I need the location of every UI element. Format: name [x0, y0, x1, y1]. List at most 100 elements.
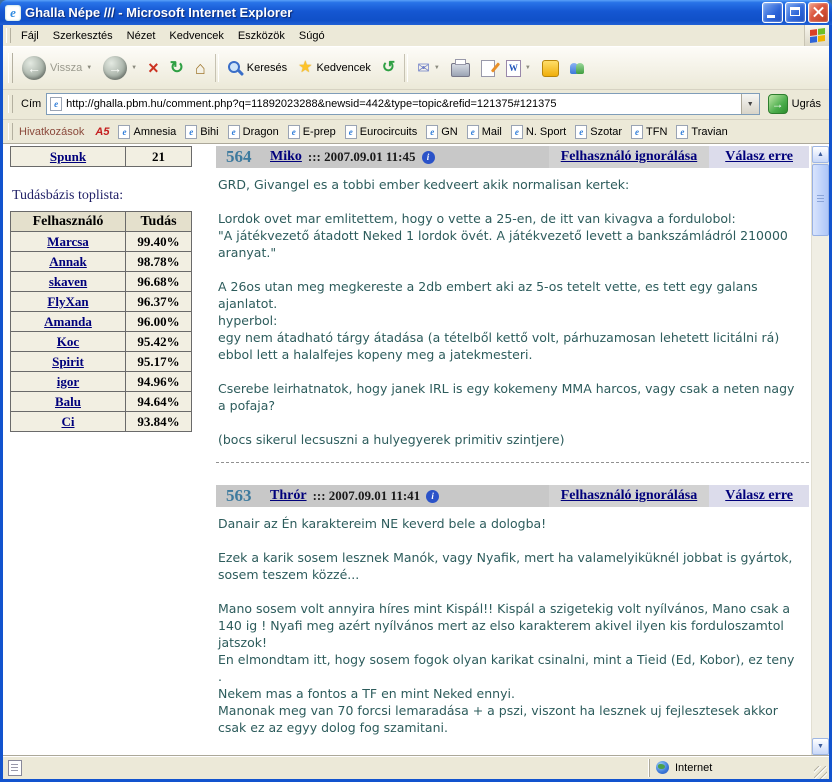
link-favicon: e [185, 125, 197, 139]
info-icon[interactable]: i [422, 151, 435, 164]
address-bar: Cím e http://ghalla.pbm.hu/comment.php?q… [3, 90, 829, 120]
maximize-button[interactable] [785, 2, 806, 23]
reply-link[interactable]: Válasz erre [725, 488, 793, 504]
link-favicon: e [228, 125, 240, 139]
user-link[interactable]: Koc [57, 334, 79, 349]
address-url[interactable]: http://ghalla.pbm.hu/comment.php?q=11892… [66, 98, 736, 110]
search-icon [228, 61, 243, 76]
ignore-user-link[interactable]: Felhasználó ignorálása [561, 488, 698, 504]
user-link[interactable]: Ci [62, 414, 75, 429]
post-author-link[interactable]: Miko [270, 149, 302, 165]
links-item-label: TFN [646, 126, 667, 138]
info-icon[interactable]: i [426, 490, 439, 503]
home-button[interactable]: ⌂ [190, 56, 211, 80]
vertical-scrollbar[interactable]: ▲ ▼ [811, 146, 829, 755]
search-button[interactable]: Keresés [223, 58, 292, 79]
menu-help[interactable]: Súgó [292, 27, 332, 45]
print-button[interactable] [446, 57, 475, 80]
minimize-button[interactable] [762, 2, 783, 23]
scrollbar-thumb[interactable] [812, 164, 829, 236]
menubar-grip[interactable] [6, 28, 11, 43]
post-separator [216, 462, 809, 463]
reply-link[interactable]: Válasz erre [725, 149, 793, 165]
table-row: Spirit 95.17% [11, 352, 192, 372]
close-button[interactable] [808, 2, 829, 23]
user-link[interactable]: Marcsa [47, 234, 89, 249]
window-title: Ghalla Népe /// - Microsoft Internet Exp… [25, 5, 758, 20]
toplist-table: Felhasználó Tudás Marcsa 99.40% Annak 98… [10, 211, 192, 432]
links-item-gn[interactable]: e GN [422, 123, 462, 141]
menu-tools[interactable]: Eszközök [231, 27, 292, 45]
link-favicon: e [467, 125, 479, 139]
menu-favorites[interactable]: Kedvencek [162, 27, 230, 45]
reply-cell: Válasz erre [709, 485, 809, 507]
user-value: 94.64% [137, 394, 179, 409]
edit-with-word-button[interactable]: W ▼ [501, 57, 536, 80]
links-item-travian[interactable]: e Travian [672, 123, 731, 141]
links-item-mail[interactable]: e Mail [463, 123, 506, 141]
go-button[interactable]: → Ugrás [765, 93, 824, 115]
user-link[interactable]: Annak [49, 254, 87, 269]
links-item-eurocircuits[interactable]: e Eurocircuits [341, 123, 421, 141]
standard-buttons-bar: ← Vissza ▼ → ▼ × ↻ ⌂ Keresés [3, 46, 829, 90]
table-row: Spunk 21 [11, 147, 192, 167]
menu-file[interactable]: Fájl [14, 27, 46, 45]
user-link[interactable]: igor [57, 374, 79, 389]
user-link[interactable]: FlyXan [47, 294, 88, 309]
menu-bar: Fájl Szerkesztés Nézet Kedvencek Eszközö… [3, 25, 829, 46]
links-item-szotar[interactable]: e Szotar [571, 123, 626, 141]
title-bar[interactable]: e Ghalla Népe /// - Microsoft Internet E… [0, 0, 832, 25]
links-item-amnesia[interactable]: e Amnesia [114, 123, 180, 141]
ie-logo-icon: e [5, 5, 21, 21]
security-zone-pane: Internet [649, 759, 812, 777]
link-favicon: e [118, 125, 130, 139]
links-item-a5[interactable]: A5 [91, 124, 113, 140]
links-item-tfn[interactable]: e TFN [627, 123, 671, 141]
home-icon: ⌂ [195, 59, 206, 77]
scrollbar-track[interactable] [812, 163, 829, 738]
table-row: Annak 98.78% [11, 252, 192, 272]
refresh-button[interactable]: ↻ [165, 56, 189, 80]
links-item-bihi[interactable]: e Bihi [181, 123, 222, 141]
resize-grip[interactable] [814, 766, 827, 779]
user-link[interactable]: Balu [55, 394, 81, 409]
links-item-label: Bihi [200, 126, 218, 138]
edit-button[interactable] [476, 57, 500, 80]
column-knowledge: Tudás [126, 212, 192, 232]
link-favicon: e [345, 125, 357, 139]
links-item-nsport[interactable]: e N. Sport [507, 123, 570, 141]
user-link-spunk[interactable]: Spunk [50, 149, 86, 164]
address-dropdown-button[interactable]: ▼ [741, 94, 759, 114]
address-input[interactable]: e http://ghalla.pbm.hu/comment.php?q=118… [46, 93, 759, 115]
links-item-eprep[interactable]: e E-prep [284, 123, 340, 141]
ignore-user-link[interactable]: Felhasználó ignorálása [561, 149, 698, 165]
menu-edit[interactable]: Szerkesztés [46, 27, 120, 45]
toolbar-grip[interactable] [8, 53, 13, 82]
user-link[interactable]: skaven [49, 274, 87, 289]
word-icon: W [506, 60, 521, 77]
history-button[interactable]: ↺ [377, 57, 400, 79]
stop-button[interactable]: × [143, 56, 164, 80]
links-item-label: Eurocircuits [360, 126, 417, 138]
link-favicon: e [676, 125, 688, 139]
links-item-label: Travian [691, 126, 727, 138]
spunk-table: Spunk 21 [10, 146, 192, 167]
linksbar-grip[interactable] [8, 123, 13, 139]
user-value: 99.40% [137, 234, 179, 249]
messenger-button[interactable] [537, 57, 564, 80]
contacts-button[interactable] [565, 60, 589, 77]
favorites-button[interactable]: ★ Kedvencek [293, 57, 376, 79]
user-link[interactable]: Spirit [52, 354, 84, 369]
back-button[interactable]: ← Vissza ▼ [17, 53, 97, 83]
post-author-link[interactable]: Thrór [270, 488, 307, 504]
menu-view[interactable]: Nézet [120, 27, 163, 45]
scroll-down-button[interactable]: ▼ [812, 738, 829, 755]
back-icon: ← [22, 56, 46, 80]
mail-button[interactable]: ✉ ▼ [412, 58, 445, 79]
user-link[interactable]: Amanda [44, 314, 92, 329]
links-item-dragon[interactable]: e Dragon [224, 123, 283, 141]
addressbar-grip[interactable] [8, 95, 13, 113]
post-number: 563 [216, 486, 270, 506]
scroll-up-button[interactable]: ▲ [812, 146, 829, 163]
forward-button[interactable]: → ▼ [98, 53, 142, 83]
